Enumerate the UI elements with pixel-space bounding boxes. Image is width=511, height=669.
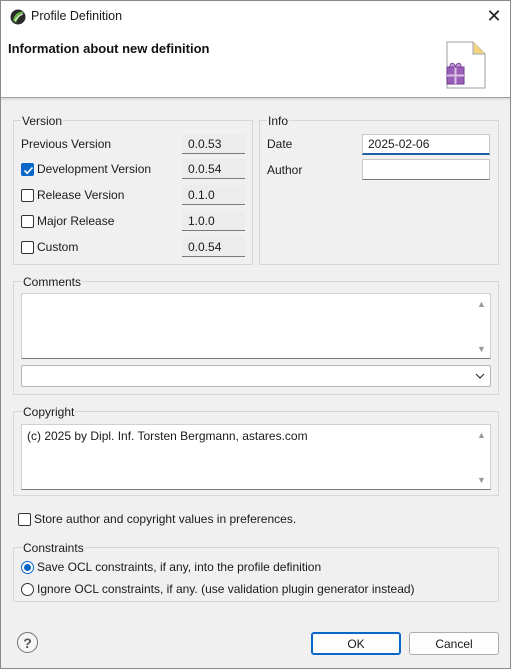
save-ocl-radio[interactable]	[21, 561, 34, 574]
copyright-textarea[interactable]: (c) 2025 by Dipl. Inf. Torsten Bergmann,…	[21, 424, 491, 490]
previous-version-field: 0.0.53	[182, 134, 245, 154]
date-label: Date	[267, 137, 293, 151]
custom-version-label[interactable]: Custom	[37, 240, 78, 254]
ignore-ocl-radio[interactable]	[21, 583, 34, 596]
ignore-ocl-label[interactable]: Ignore OCL constraints, if any. (use val…	[37, 582, 415, 596]
checkmark-icon	[23, 166, 34, 175]
header-title: Information about new definition	[8, 41, 210, 56]
scroll-up-icon[interactable]: ▲	[476, 299, 487, 309]
cancel-button[interactable]: Cancel	[409, 632, 499, 655]
dialog-header: Information about new definition	[1, 32, 510, 98]
profile-package-icon	[446, 41, 486, 89]
comments-group-label: Comments	[22, 275, 83, 289]
scroll-up-icon[interactable]: ▲	[476, 430, 487, 440]
major-release-field: 1.0.0	[182, 211, 245, 231]
date-input[interactable]: 2025-02-06	[362, 134, 490, 155]
release-version-label[interactable]: Release Version	[37, 188, 124, 202]
author-input[interactable]	[362, 159, 490, 180]
custom-version-field: 0.0.54	[182, 237, 245, 257]
major-release-label[interactable]: Major Release	[37, 214, 114, 228]
previous-version-label: Previous Version	[21, 137, 112, 151]
copyright-text: (c) 2025 by Dipl. Inf. Torsten Bergmann,…	[27, 429, 308, 443]
store-prefs-checkbox[interactable]	[18, 513, 31, 526]
chevron-down-icon[interactable]	[475, 372, 485, 380]
version-group-label: Version	[21, 114, 64, 128]
development-version-field: 0.0.54	[182, 159, 245, 179]
app-icon	[10, 9, 26, 25]
title-bar: Profile Definition ✕	[1, 1, 510, 32]
info-group-label: Info	[267, 114, 290, 128]
release-version-checkbox[interactable]	[21, 189, 34, 202]
store-prefs-label[interactable]: Store author and copyright values in pre…	[34, 512, 296, 526]
custom-version-checkbox[interactable]	[21, 241, 34, 254]
ok-button[interactable]: OK	[311, 632, 401, 655]
profile-definition-dialog: Profile Definition ✕ Information about n…	[0, 0, 511, 669]
save-ocl-label[interactable]: Save OCL constraints, if any, into the p…	[37, 560, 321, 574]
help-button[interactable]: ?	[17, 632, 38, 653]
major-release-checkbox[interactable]	[21, 215, 34, 228]
constraints-group-label: Constraints	[22, 541, 85, 555]
header-divider	[1, 98, 510, 101]
copyright-group-label: Copyright	[22, 405, 76, 419]
comments-combo[interactable]	[21, 365, 491, 387]
scroll-down-icon[interactable]: ▼	[476, 344, 487, 354]
help-icon[interactable]: ?	[23, 635, 32, 651]
window-title: Profile Definition	[31, 9, 123, 23]
author-label: Author	[267, 163, 303, 177]
scroll-down-icon[interactable]: ▼	[476, 475, 487, 485]
development-version-checkbox[interactable]	[21, 163, 34, 176]
comments-textarea[interactable]: ▲ ▼	[21, 293, 491, 359]
release-version-field: 0.1.0	[182, 185, 245, 205]
development-version-label[interactable]: Development Version	[37, 162, 151, 176]
close-button[interactable]: ✕	[480, 1, 508, 32]
close-icon[interactable]: ✕	[486, 6, 501, 27]
